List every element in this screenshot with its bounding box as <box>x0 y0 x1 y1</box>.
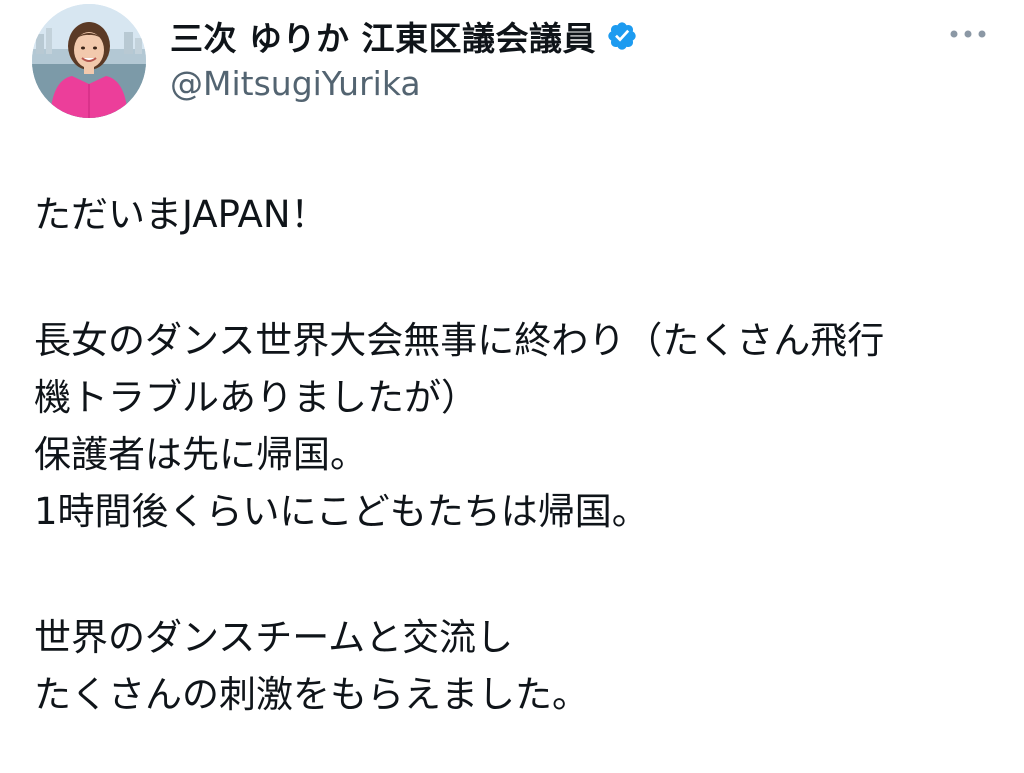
tweet-text-line: ただいまJAPAN！ <box>34 193 328 236</box>
tweet-text-line: 保護者は先に帰国。 <box>34 433 367 476</box>
profile-photo-icon <box>32 4 146 118</box>
avatar[interactable] <box>32 4 146 118</box>
tweet-text-line: たくさんの刺激をもらえました。 <box>34 673 589 716</box>
tweet-text-line: 世界のダンスチームと交流し <box>34 616 514 659</box>
more-horizontal-icon <box>950 30 986 38</box>
tweet: 三次 ゆりか 江東区議会議員 @MitsugiYurika ただいまJAPAN！… <box>0 0 1024 773</box>
tweet-text-line: 機トラブルありましたが） <box>34 376 478 419</box>
tweet-text-line: 長女のダンス世界大会無事に終わり（たくさん飛行 <box>34 319 885 362</box>
author-handle[interactable]: @MitsugiYurika <box>170 64 421 103</box>
tweet-text: ただいまJAPAN！ 長女のダンス世界大会無事に終わり（たくさん飛行 機トラブル… <box>34 186 1004 723</box>
display-name[interactable]: 三次 ゆりか 江東区議会議員 <box>170 12 596 60</box>
more-options-button[interactable] <box>946 20 990 48</box>
tweet-text-line: 1時間後くらいにこどもたちは帰国。 <box>34 490 649 533</box>
verified-badge-icon <box>606 20 638 52</box>
author-name-row: 三次 ゆりか 江東区議会議員 <box>170 12 638 60</box>
